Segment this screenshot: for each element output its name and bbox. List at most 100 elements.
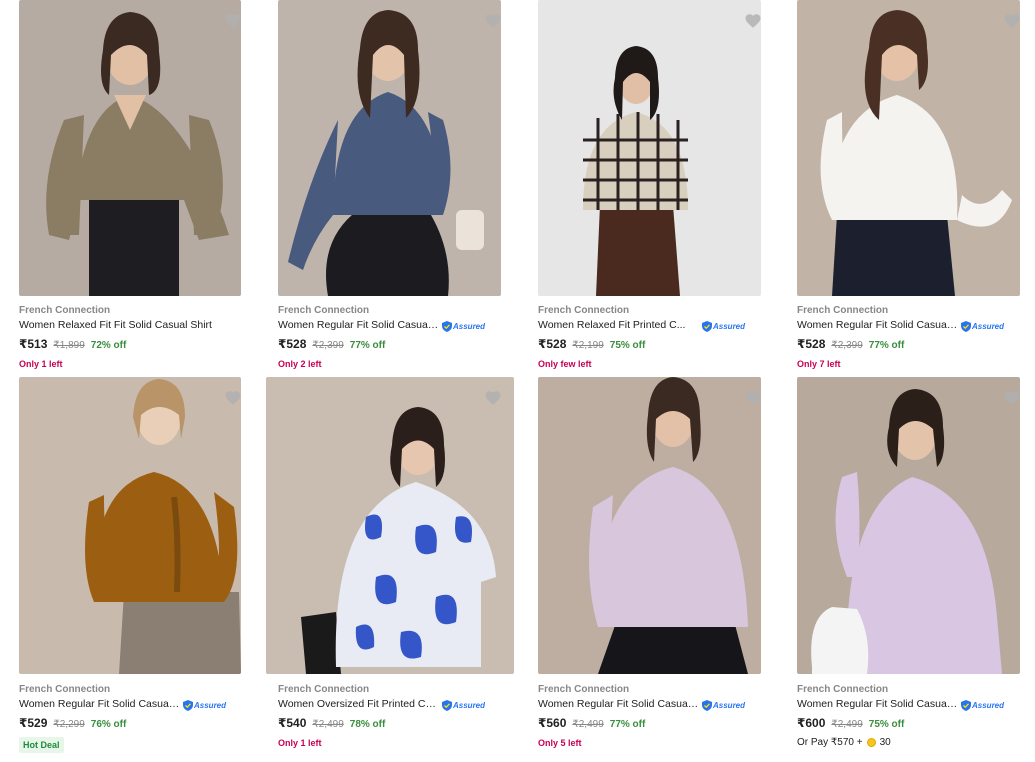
assured-badge: Assured — [442, 320, 485, 332]
price-row: ₹600 ₹2,499 75% off — [797, 716, 904, 730]
wishlist-heart-icon[interactable] — [1003, 12, 1021, 30]
stock-status: Only 1 left — [278, 738, 322, 748]
assured-badge: Assured — [183, 699, 226, 711]
price-row: ₹528 ₹2,399 77% off — [797, 337, 904, 351]
product-photo — [538, 0, 761, 296]
product-discount: 77% off — [349, 340, 386, 351]
product-image[interactable] — [538, 377, 761, 674]
wishlist-heart-icon[interactable] — [1003, 389, 1021, 407]
product-image[interactable] — [797, 377, 1020, 674]
product-title[interactable]: Women Regular Fit Solid Casual ... — [538, 698, 700, 710]
product-image[interactable] — [538, 0, 761, 296]
product-mrp: ₹2,499 — [831, 719, 863, 730]
hot-deal-badge: Hot Deal — [19, 737, 64, 753]
stock-status: Only 7 left — [797, 359, 841, 369]
assured-shield-icon — [702, 320, 712, 332]
product-title[interactable]: Women Oversized Fit Printed Ca... — [278, 698, 440, 710]
product-price: ₹529 — [19, 716, 48, 730]
product-mrp: ₹2,499 — [312, 719, 344, 730]
product-brand: French Connection — [278, 684, 370, 695]
assured-shield-icon — [961, 699, 971, 711]
product-title[interactable]: Women Relaxed Fit Printed C... — [538, 319, 700, 331]
product-image[interactable] — [266, 377, 514, 674]
product-discount: 72% off — [90, 340, 127, 351]
product-title[interactable]: Women Regular Fit Solid Casual ... — [797, 319, 959, 331]
product-image[interactable] — [278, 0, 501, 296]
assured-label: Assured — [453, 700, 486, 710]
product-brand: French Connection — [278, 305, 370, 316]
product-discount: 77% off — [868, 340, 905, 351]
wishlist-heart-icon[interactable] — [484, 389, 502, 407]
assured-label: Assured — [713, 700, 746, 710]
assured-badge: Assured — [961, 320, 1004, 332]
wishlist-heart-icon[interactable] — [744, 389, 762, 407]
product-brand: French Connection — [538, 305, 630, 316]
stock-status: Only 2 left — [278, 359, 322, 369]
product-brand: French Connection — [19, 305, 111, 316]
product-image[interactable] — [19, 377, 241, 674]
product-mrp: ₹2,499 — [572, 719, 604, 730]
product-price: ₹540 — [278, 716, 307, 730]
supercoin-icon — [866, 738, 876, 747]
price-row: ₹528 ₹2,199 75% off — [538, 337, 645, 351]
product-mrp: ₹2,399 — [831, 340, 863, 351]
price-row: ₹560 ₹2,499 77% off — [538, 716, 645, 730]
product-brand: French Connection — [19, 684, 111, 695]
assured-shield-icon — [442, 699, 452, 711]
assured-badge: Assured — [702, 320, 745, 332]
price-row: ₹528 ₹2,399 77% off — [278, 337, 385, 351]
product-mrp: ₹2,199 — [572, 340, 604, 351]
product-image[interactable] — [797, 0, 1020, 296]
product-title[interactable]: Women Regular Fit Solid Casual ... — [19, 698, 181, 710]
product-discount: 78% off — [349, 719, 386, 730]
wishlist-heart-icon[interactable] — [224, 389, 242, 407]
product-title[interactable]: Women Regular Fit Solid Casual ... — [278, 319, 440, 331]
pay-with-coins-offer: Or Pay ₹570 + 30 — [797, 737, 891, 748]
product-mrp: ₹1,899 — [53, 340, 85, 351]
assured-badge: Assured — [702, 699, 745, 711]
product-price: ₹560 — [538, 716, 567, 730]
stock-status: Only 5 left — [538, 738, 582, 748]
stock-status: Only few left — [538, 359, 592, 369]
product-brand: French Connection — [538, 684, 630, 695]
product-title[interactable]: Women Relaxed Fit Fit Solid Casual Shirt — [19, 319, 239, 331]
product-discount: 75% off — [609, 340, 646, 351]
product-discount: 76% off — [90, 719, 127, 730]
assured-label: Assured — [453, 321, 486, 331]
product-price: ₹513 — [19, 337, 48, 351]
assured-label: Assured — [972, 700, 1005, 710]
wishlist-heart-icon[interactable] — [484, 12, 502, 30]
assured-shield-icon — [183, 699, 193, 711]
product-brand: French Connection — [797, 684, 889, 695]
product-price: ₹600 — [797, 716, 826, 730]
wishlist-heart-icon[interactable] — [224, 12, 242, 30]
product-discount: 77% off — [609, 719, 646, 730]
assured-shield-icon — [442, 320, 452, 332]
wishlist-heart-icon[interactable] — [744, 12, 762, 30]
product-mrp: ₹2,399 — [312, 340, 344, 351]
product-price: ₹528 — [797, 337, 826, 351]
product-price: ₹528 — [278, 337, 307, 351]
price-row: ₹540 ₹2,499 78% off — [278, 716, 385, 730]
product-title[interactable]: Women Regular Fit Solid Casual ... — [797, 698, 959, 710]
assured-badge: Assured — [961, 699, 1004, 711]
pay-offer-text: Or Pay ₹570 + — [797, 737, 863, 748]
assured-badge: Assured — [442, 699, 485, 711]
product-mrp: ₹2,299 — [53, 719, 85, 730]
assured-label: Assured — [194, 700, 227, 710]
price-row: ₹513 ₹1,899 72% off — [19, 337, 126, 351]
product-discount: 75% off — [868, 719, 905, 730]
assured-shield-icon — [961, 320, 971, 332]
product-price: ₹528 — [538, 337, 567, 351]
assured-label: Assured — [713, 321, 746, 331]
product-photo — [19, 377, 241, 674]
assured-label: Assured — [972, 321, 1005, 331]
assured-shield-icon — [702, 699, 712, 711]
product-photo — [266, 377, 514, 674]
price-row: ₹529 ₹2,299 76% off — [19, 716, 126, 730]
product-photo — [278, 0, 501, 296]
product-photo — [19, 0, 241, 296]
product-image[interactable] — [19, 0, 241, 296]
stock-status: Only 1 left — [19, 359, 63, 369]
product-photo — [797, 377, 1020, 674]
